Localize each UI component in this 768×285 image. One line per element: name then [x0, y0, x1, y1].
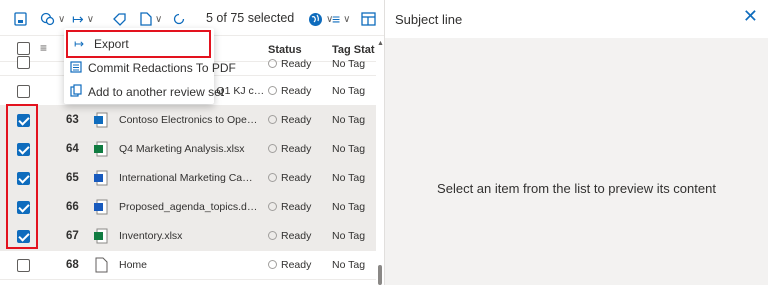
scroll-thumb[interactable] — [378, 265, 382, 285]
chevron-down-icon[interactable]: ∨ — [343, 14, 350, 25]
row-status: Ready — [268, 58, 311, 70]
row-status: Ready — [268, 85, 311, 97]
list-options-icon[interactable]: ≡ ∨ — [332, 10, 351, 28]
row-tag: No Tag — [332, 114, 366, 126]
row-tag: No Tag — [332, 230, 366, 242]
row-number: 66 — [66, 201, 79, 213]
menu-item-label: Add to another review set — [88, 85, 225, 99]
pdf-commit-icon — [70, 60, 82, 76]
row-checkbox[interactable] — [17, 85, 30, 98]
save-icon[interactable] — [14, 10, 27, 28]
column-status[interactable]: Status — [268, 44, 302, 56]
chevron-down-icon[interactable]: ∨ — [155, 14, 162, 25]
copy-to-set-icon — [70, 84, 82, 100]
word-file-icon — [94, 170, 108, 186]
row-number: 67 — [66, 230, 79, 242]
row-tag: No Tag — [332, 259, 366, 271]
table-row[interactable]: 68 Home Ready No Tag — [0, 251, 376, 280]
selection-count: 5 of 75 selected — [206, 11, 295, 25]
row-number: 63 — [66, 114, 79, 126]
export-highlight-box — [66, 30, 211, 58]
row-checkbox[interactable] — [17, 259, 30, 272]
row-status: Ready — [268, 259, 311, 271]
table-scrollbar[interactable] — [376, 36, 384, 285]
email-file-icon — [94, 112, 108, 128]
row-file-name: Home — [119, 259, 148, 271]
scroll-up-arrow-icon[interactable]: ▲ — [377, 40, 384, 47]
row-status: Ready — [268, 114, 311, 126]
table-row[interactable]: 65 International Marketing Campaigns.d..… — [0, 164, 376, 193]
tag-icon[interactable] — [112, 10, 127, 28]
menu-item-commit-redactions[interactable]: Commit Redactions To PDF — [64, 56, 236, 80]
row-status: Ready — [268, 230, 311, 242]
row-file-name: Contoso Electronics to Open Miami S... — [119, 114, 261, 126]
row-tag: No Tag — [332, 201, 366, 213]
checkbox-highlight-box — [6, 104, 38, 249]
row-file-name: Q4 Marketing Analysis.xlsx — [119, 143, 245, 155]
row-status: Ready — [268, 143, 311, 155]
row-tag: No Tag — [332, 58, 366, 70]
table-row[interactable]: 67 Inventory.xlsx Ready No Tag — [0, 222, 376, 251]
refresh-icon[interactable] — [172, 10, 186, 28]
chevron-down-icon[interactable]: ∨ — [58, 14, 65, 25]
row-file-name: International Marketing Campaigns.d... — [119, 172, 261, 184]
tag-filter-icon[interactable]: ∨ — [40, 10, 65, 28]
select-all-checkbox[interactable] — [17, 42, 30, 55]
row-number: 68 — [66, 259, 79, 271]
table-row[interactable]: 63 Contoso Electronics to Open Miami S..… — [0, 106, 376, 135]
preview-pane: Select an item from the list to preview … — [385, 38, 768, 285]
table-row[interactable]: 66 Proposed_agenda_topics.docx Ready No … — [0, 193, 376, 222]
row-checkbox[interactable] — [17, 56, 30, 69]
page-file-icon — [94, 257, 108, 273]
preview-title: Subject line — [395, 12, 463, 27]
list-icon: ≡ — [40, 41, 48, 55]
preview-empty-message: Select an item from the list to preview … — [437, 181, 716, 196]
row-number: 64 — [66, 143, 79, 155]
document-icon[interactable]: ∨ — [140, 10, 162, 28]
row-tag: No Tag — [332, 85, 366, 97]
chevron-down-icon[interactable]: ∨ — [87, 14, 94, 25]
globe-icon[interactable]: ∨ — [308, 10, 333, 28]
preview-header: Subject line ✕ — [385, 0, 768, 38]
excel-file-icon — [94, 141, 108, 157]
row-status: Ready — [268, 201, 311, 213]
menu-item-label: Commit Redactions To PDF — [88, 61, 236, 75]
row-status: Ready — [268, 172, 311, 184]
menu-item-add-to-review-set[interactable]: Add to another review set — [64, 80, 224, 104]
word-file-icon — [94, 199, 108, 215]
reading-pane-icon[interactable] — [361, 10, 376, 28]
column-tag-status[interactable]: Tag Stat — [332, 44, 375, 56]
excel-file-icon — [94, 228, 108, 244]
close-icon[interactable]: ✕ — [743, 6, 758, 27]
row-file-name: Proposed_agenda_topics.docx — [119, 201, 261, 213]
row-number: 65 — [66, 172, 79, 184]
action-menu-icon[interactable]: ↦ ∨ — [72, 10, 94, 28]
row-file-name: Inventory.xlsx — [119, 230, 183, 242]
table-row[interactable]: 64 Q4 Marketing Analysis.xlsx Ready No T… — [0, 135, 376, 164]
row-tag: No Tag — [332, 143, 366, 155]
row-tag: No Tag — [332, 172, 366, 184]
